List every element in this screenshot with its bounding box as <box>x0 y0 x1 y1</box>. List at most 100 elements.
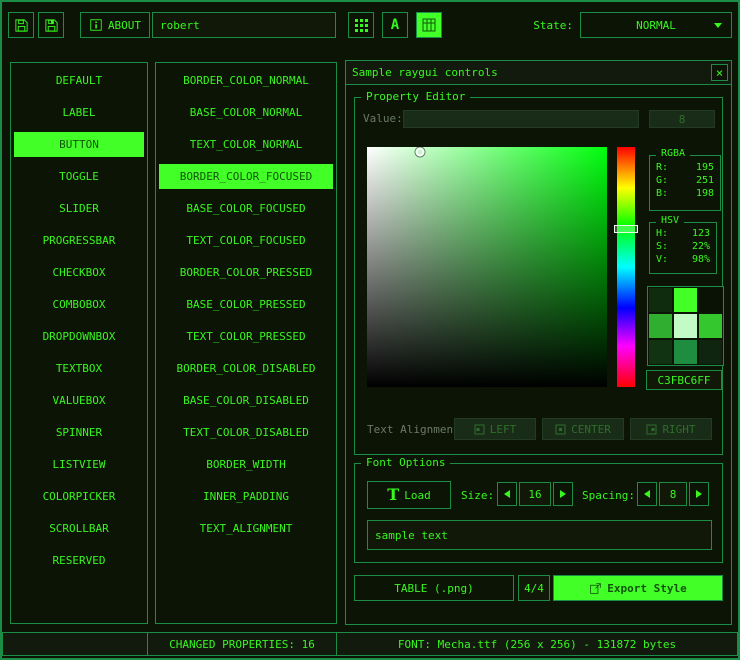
font-load-label: Load <box>404 489 431 502</box>
red-value: 195 <box>696 162 714 173</box>
spacing-increase-button[interactable] <box>689 482 709 506</box>
properties-list-item[interactable]: TEXT_COLOR_NORMAL <box>159 132 333 157</box>
properties-list-item[interactable]: BASE_COLOR_PRESSED <box>159 292 333 317</box>
properties-list-item[interactable]: BASE_COLOR_FOCUSED <box>159 196 333 221</box>
properties-list-item[interactable]: BORDER_COLOR_PRESSED <box>159 260 333 285</box>
properties-list-item-selected[interactable]: BORDER_COLOR_FOCUSED <box>159 164 333 189</box>
window-title: Sample raygui controls <box>352 66 498 79</box>
export-format-dropdown[interactable]: TABLE (.png) <box>354 575 514 601</box>
color-picker-area[interactable] <box>367 147 607 387</box>
letter-A-icon: A <box>391 17 399 33</box>
save-style-button[interactable] <box>38 12 64 38</box>
align-left-icon <box>474 424 485 435</box>
font-view-button[interactable]: A <box>382 12 408 38</box>
font-load-button[interactable]: T Load <box>367 481 451 509</box>
green-value: 251 <box>696 175 714 186</box>
hue-slider-cursor[interactable] <box>614 225 638 233</box>
value-percent: 98% <box>692 254 710 265</box>
hue-slider[interactable] <box>617 147 635 387</box>
controls-list-item[interactable]: PROGRESSBAR <box>14 228 144 253</box>
load-style-button[interactable] <box>8 12 34 38</box>
state-dropdown[interactable]: NORMAL <box>580 12 732 38</box>
right-arrow-icon <box>696 490 702 498</box>
about-button-label: ABOUT <box>108 19 141 32</box>
controls-list-item[interactable]: TEXTBOX <box>14 356 144 381</box>
controls-list-item[interactable]: TOGGLE <box>14 164 144 189</box>
export-style-button[interactable]: Export Style <box>553 575 723 601</box>
pages-value-box[interactable]: 4/4 <box>518 575 550 601</box>
export-style-label: Export Style <box>607 582 686 595</box>
palette-swatch[interactable] <box>674 288 697 312</box>
properties-list-item[interactable]: TEXT_COLOR_PRESSED <box>159 324 333 349</box>
rgba-group: RGBA R:195 G:251 B:198 <box>649 155 721 211</box>
controls-list-item[interactable]: LABEL <box>14 100 144 125</box>
properties-list-item[interactable]: BASE_COLOR_DISABLED <box>159 388 333 413</box>
controls-list-item[interactable]: RESERVED <box>14 548 144 573</box>
controls-list-item[interactable]: DROPDOWNBOX <box>14 324 144 349</box>
hex-color-input[interactable]: C3FBC6FF <box>646 370 722 390</box>
size-decrease-button[interactable] <box>497 482 517 506</box>
controls-list-item[interactable]: COLORPICKER <box>14 484 144 509</box>
grid-view-button[interactable] <box>348 12 374 38</box>
property-editor-group: Property Editor Value: 8 RGBA R:195 G:25… <box>354 97 723 455</box>
spacing-value-box[interactable]: 8 <box>659 482 687 506</box>
properties-list-item[interactable]: BORDER_COLOR_NORMAL <box>159 68 333 93</box>
rgba-red-row: R:195 <box>650 161 720 174</box>
palette-swatch[interactable] <box>699 340 722 364</box>
controls-list-item[interactable]: CHECKBOX <box>14 260 144 285</box>
color-picker-cursor[interactable] <box>415 147 424 156</box>
spacing-label: Spacing: <box>582 489 635 502</box>
hue-value: 123 <box>692 228 710 239</box>
properties-list-item[interactable]: BORDER_COLOR_DISABLED <box>159 356 333 381</box>
palette-swatch[interactable] <box>649 314 672 338</box>
close-button[interactable]: × <box>711 64 728 81</box>
palette-swatch[interactable] <box>699 288 722 312</box>
left-arrow-icon <box>644 490 650 498</box>
font-options-group: Font Options T Load Size: 16 Spacing: 8 <box>354 463 723 563</box>
controls-list-item[interactable]: SCROLLBAR <box>14 516 144 541</box>
palette-swatch[interactable] <box>674 314 697 338</box>
align-right-label: RIGHT <box>662 423 695 436</box>
properties-list-item[interactable]: TEXT_COLOR_FOCUSED <box>159 228 333 253</box>
rgba-group-label: RGBA <box>656 148 690 159</box>
controls-list-item[interactable]: SLIDER <box>14 196 144 221</box>
controls-list-item-selected[interactable]: BUTTON <box>14 132 144 157</box>
size-increase-button[interactable] <box>553 482 573 506</box>
hsv-val-row: V:98% <box>650 253 716 266</box>
color-palette-grid <box>647 286 724 366</box>
palette-swatch[interactable] <box>674 340 697 364</box>
window-titlebar[interactable]: Sample raygui controls <box>346 61 731 85</box>
about-button[interactable]: ABOUT <box>80 12 150 38</box>
controls-list-item[interactable]: COMBOBOX <box>14 292 144 317</box>
controls-list-item[interactable]: VALUEBOX <box>14 388 144 413</box>
controls-list-item[interactable]: LISTVIEW <box>14 452 144 477</box>
hsv-group: HSV H:123 S:22% V:98% <box>649 222 717 274</box>
right-arrow-icon <box>560 490 566 498</box>
size-value-box[interactable]: 16 <box>519 482 551 506</box>
size-label: Size: <box>461 489 494 502</box>
properties-list-item[interactable]: INNER_PADDING <box>159 484 333 509</box>
left-arrow-icon <box>504 490 510 498</box>
properties-list-item[interactable]: BORDER_WIDTH <box>159 452 333 477</box>
palette-swatch[interactable] <box>649 288 672 312</box>
property-editor-group-label: Property Editor <box>361 90 470 103</box>
saturation-value: 22% <box>692 241 710 252</box>
export-icon <box>589 582 602 595</box>
palette-swatch[interactable] <box>699 314 722 338</box>
status-changed-properties: CHANGED PROPERTIES: 16 <box>147 632 337 656</box>
properties-list-item[interactable]: TEXT_ALIGNMENT <box>159 516 333 541</box>
controls-list-item[interactable]: DEFAULT <box>14 68 144 93</box>
palette-swatch[interactable] <box>649 340 672 364</box>
sample-text-input[interactable] <box>367 520 712 550</box>
hsv-group-label: HSV <box>656 215 684 226</box>
spacing-decrease-button[interactable] <box>637 482 657 506</box>
table-view-button[interactable] <box>416 12 442 38</box>
align-center-button: CENTER <box>542 418 624 440</box>
controls-list-item[interactable]: SPINNER <box>14 420 144 445</box>
align-center-label: CENTER <box>571 423 611 436</box>
style-name-input[interactable] <box>152 12 336 38</box>
floppy-load-icon <box>14 18 29 33</box>
properties-list-item[interactable]: BASE_COLOR_NORMAL <box>159 100 333 125</box>
properties-list-item[interactable]: TEXT_COLOR_DISABLED <box>159 420 333 445</box>
dropdown-arrow-icon <box>714 23 722 28</box>
